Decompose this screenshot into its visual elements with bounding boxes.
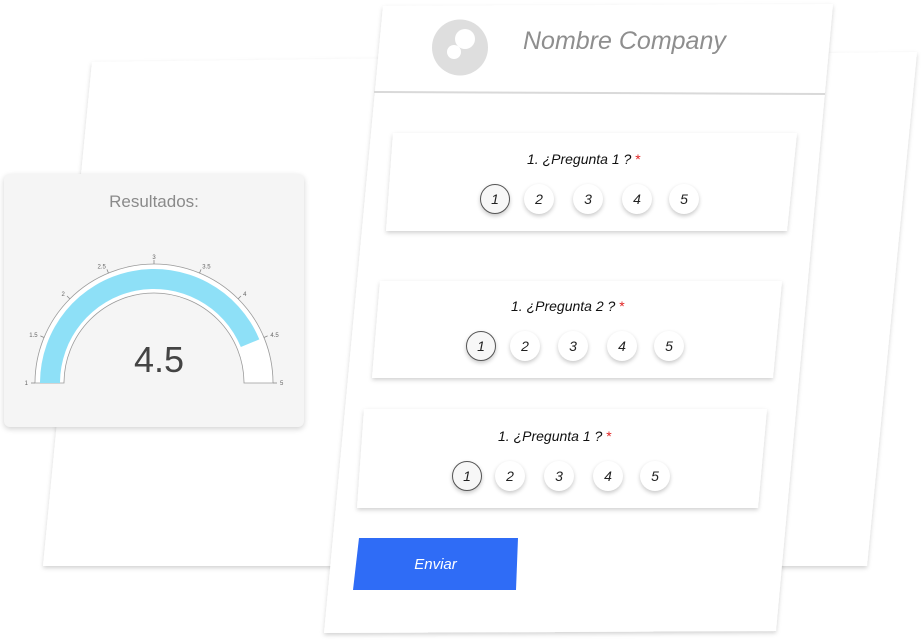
gauge-tick <box>263 335 268 338</box>
submit-button[interactable]: Enviar <box>353 538 518 590</box>
gauge-tick-label: 2.5 <box>97 265 106 271</box>
q2-option-1[interactable]: 1 <box>466 331 496 361</box>
question-card-1 <box>386 133 797 231</box>
gauge-tick <box>66 295 71 300</box>
question-3-label: 1. ¿Pregunta 1 ? * <box>498 428 612 444</box>
gauge-tick-label: 5 <box>280 381 284 387</box>
q3-option-1[interactable]: 1 <box>452 461 482 491</box>
q1-option-3[interactable]: 3 <box>573 184 603 214</box>
q2-option-3[interactable]: 3 <box>558 331 588 361</box>
gauge-tick <box>237 295 242 300</box>
gauge-tick-label: 3.5 <box>202 265 211 271</box>
required-mark: * <box>619 298 625 314</box>
gauge-tick-label: 4.5 <box>270 333 279 339</box>
question-1-label: 1. ¿Pregunta 1 ? * <box>527 151 641 167</box>
q3-option-2[interactable]: 2 <box>495 461 525 491</box>
gauge-tick-label: 2 <box>62 292 66 298</box>
q3-option-3[interactable]: 3 <box>544 461 574 491</box>
gauge-tick <box>106 269 109 274</box>
gauge-tick-label: 4 <box>243 292 247 298</box>
required-mark: * <box>635 151 641 167</box>
q1-option-2[interactable]: 2 <box>524 184 554 214</box>
results-card: Resultados: 1 1.5 2 2.5 3 3.5 4 4.5 5 4.5 <box>4 174 304 427</box>
gauge-tick-label: 1 <box>25 381 29 387</box>
q2-option-4[interactable]: 4 <box>607 331 637 361</box>
gauge-chart: 1 1.5 2 2.5 3 3.5 4 4.5 5 <box>25 255 284 387</box>
question-card-3 <box>357 409 767 508</box>
gauge-value: 4.5 <box>133 339 185 380</box>
q1-option-1[interactable]: 1 <box>480 184 510 214</box>
q3-option-5[interactable]: 5 <box>640 461 670 491</box>
gauge-tick-label: 1.5 <box>29 333 38 339</box>
q1-option-5[interactable]: 5 <box>669 184 699 214</box>
company-name: Nombre Company <box>523 27 726 55</box>
gauge-tick <box>40 335 45 338</box>
question-2-label: 1. ¿Pregunta 2 ? * <box>511 298 625 314</box>
q3-option-4[interactable]: 4 <box>593 461 623 491</box>
q1-option-4[interactable]: 4 <box>622 184 652 214</box>
q2-option-2[interactable]: 2 <box>510 331 540 361</box>
gauge-tick-label: 3 <box>152 255 156 261</box>
q2-option-5[interactable]: 5 <box>654 331 684 361</box>
company-logo-icon <box>432 19 488 76</box>
question-card-2 <box>372 281 782 378</box>
gauge-tick <box>199 269 202 274</box>
required-mark: * <box>606 428 612 444</box>
